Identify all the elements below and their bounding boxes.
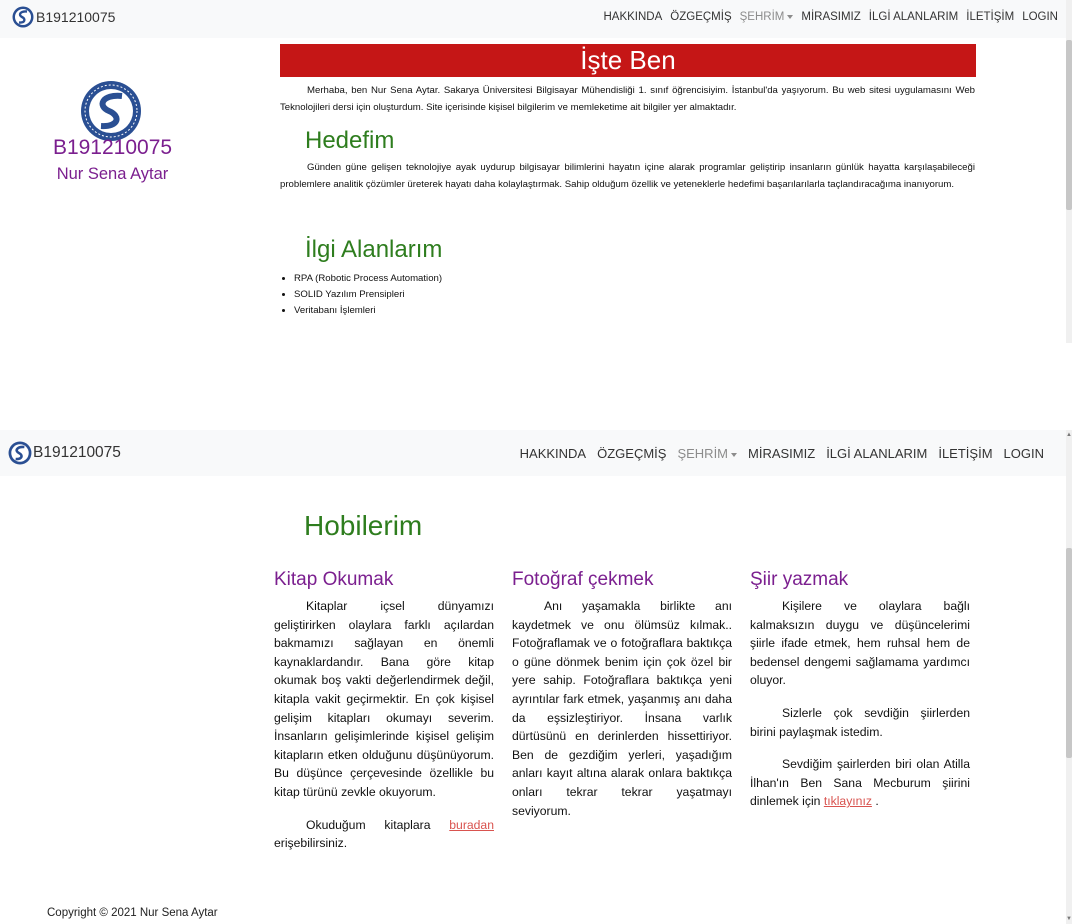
hobby-paragraph: Kitaplar içsel dünyamızı geliştirirken o…	[274, 599, 494, 799]
text: .	[871, 794, 879, 809]
screenshot-hobbies-page: B191210075 HAKKINDA ÖZGEÇMİŞ ŞEHRİM MİRA…	[0, 430, 1072, 924]
hobby-paragraph: Kişilere ve olaylara bağlı kalmaksızın d…	[750, 599, 970, 688]
nav-sehrim-label: ŞEHRİM	[677, 446, 729, 461]
footer-copyright: Copyright © 2021 Nur Sena Aytar	[47, 907, 218, 919]
navbar: B191210075 HAKKINDA ÖZGEÇMİŞ ŞEHRİM MİRA…	[0, 0, 1066, 38]
list-item: Veritabanı İşlemleri	[294, 303, 442, 319]
navbar-brand[interactable]: B191210075	[8, 441, 121, 465]
hobby-title: Şiir yazmak	[750, 569, 849, 590]
nav-sehrim-label: ŞEHRİM	[739, 11, 785, 23]
interests-heading: İlgi Alanlarım	[305, 236, 443, 263]
hobby-paragraph: Sevdiğim şairlerden biri olan Atilla İlh…	[750, 755, 970, 811]
hobby-photography: Fotoğraf çekmek Anı yaşamakla birlikte a…	[512, 569, 732, 834]
university-logo-icon	[8, 441, 32, 465]
interests-list: RPA (Robotic Process Automation) SOLID Y…	[280, 271, 442, 319]
caret-down-icon	[787, 14, 794, 19]
brand-id: B191210075	[36, 9, 116, 25]
navbar: B191210075 HAKKINDA ÖZGEÇMİŞ ŞEHRİM MİRA…	[0, 430, 1066, 476]
poem-link[interactable]: tıklayınız	[824, 794, 872, 808]
scrollbar[interactable]: ▲ ▼	[1066, 430, 1072, 924]
navbar-brand[interactable]: B191210075	[12, 6, 115, 28]
nav-hakkinda[interactable]: HAKKINDA	[603, 11, 662, 23]
scrollbar[interactable]	[1066, 0, 1072, 343]
hobby-poetry: Şiir yazmak Kişilere ve olaylara bağlı k…	[750, 569, 970, 825]
sidebar-student-id: B191210075	[52, 136, 173, 159]
hobby-paragraph: Anı yaşamakla birlikte anı kaydetmek ve …	[512, 599, 732, 818]
nav-sehrim-dropdown[interactable]: ŞEHRİM	[740, 11, 794, 23]
caret-down-icon	[731, 452, 738, 457]
nav-ozgecmis[interactable]: ÖZGEÇMİŞ	[670, 11, 731, 23]
nav-iletisim[interactable]: İLETİŞİM	[966, 11, 1014, 23]
sidebar-student-name: Nur Sena Aytar	[56, 165, 169, 183]
hobbies-heading: Hobilerim	[304, 510, 423, 541]
screenshot-about-page: B191210075 HAKKINDA ÖZGEÇMİŞ ŞEHRİM MİRA…	[0, 0, 1072, 343]
goal-paragraph: Günden güne gelişen teknolojiye ayak uyd…	[280, 162, 975, 190]
nav-login[interactable]: LOGIN	[1004, 446, 1044, 461]
nav-ilgi-alanlarim[interactable]: İLGİ ALANLARIM	[869, 11, 958, 23]
scrollbar-thumb[interactable]	[1066, 40, 1072, 210]
nav-ozgecmis[interactable]: ÖZGEÇMİŞ	[597, 446, 666, 461]
hobby-paragraph: Sizlerle çok sevdiğin şiirlerden birini …	[750, 705, 970, 739]
hobby-paragraph: Okuduğum kitaplara buradan erişebilirsin…	[274, 816, 494, 853]
scrollbar-thumb[interactable]	[1066, 548, 1072, 758]
hobby-title: Fotoğraf çekmek	[512, 569, 654, 590]
page-title-banner: İşte Ben	[280, 44, 976, 77]
nav-mirasimiz[interactable]: MİRASIMIZ	[748, 446, 815, 461]
books-link[interactable]: buradan	[449, 818, 494, 832]
hobby-reading: Kitap Okumak Kitaplar içsel dünyamızı ge…	[274, 569, 494, 867]
scroll-up-icon[interactable]: ▲	[1066, 432, 1072, 438]
brand-id: B191210075	[33, 444, 121, 461]
goal-heading: Hedefim	[305, 127, 395, 154]
nav-menu: HAKKINDA ÖZGEÇMİŞ ŞEHRİM MİRASIMIZ İLGİ …	[595, 11, 1058, 23]
university-logo-icon	[12, 6, 34, 28]
nav-ilgi-alanlarim[interactable]: İLGİ ALANLARIM	[826, 446, 927, 461]
text: erişebilirsiniz.	[274, 836, 348, 851]
nav-iletisim[interactable]: İLETİŞİM	[938, 446, 992, 461]
scroll-down-icon[interactable]: ▼	[1066, 916, 1072, 922]
nav-hakkinda[interactable]: HAKKINDA	[520, 446, 586, 461]
intro-paragraph: Merhaba, ben Nur Sena Aytar. Sakarya Üni…	[280, 85, 975, 113]
text: Okuduğum kitaplara	[306, 817, 450, 832]
nav-sehrim-dropdown[interactable]: ŞEHRİM	[677, 446, 738, 461]
hobby-title: Kitap Okumak	[274, 569, 394, 590]
university-logo-icon	[81, 81, 141, 141]
list-item: RPA (Robotic Process Automation)	[294, 271, 442, 287]
nav-menu: HAKKINDA ÖZGEÇMİŞ ŞEHRİM MİRASIMIZ İLGİ …	[509, 446, 1044, 461]
nav-mirasimiz[interactable]: MİRASIMIZ	[801, 11, 860, 23]
nav-login[interactable]: LOGIN	[1022, 11, 1058, 23]
list-item: SOLID Yazılım Prensipleri	[294, 287, 442, 303]
